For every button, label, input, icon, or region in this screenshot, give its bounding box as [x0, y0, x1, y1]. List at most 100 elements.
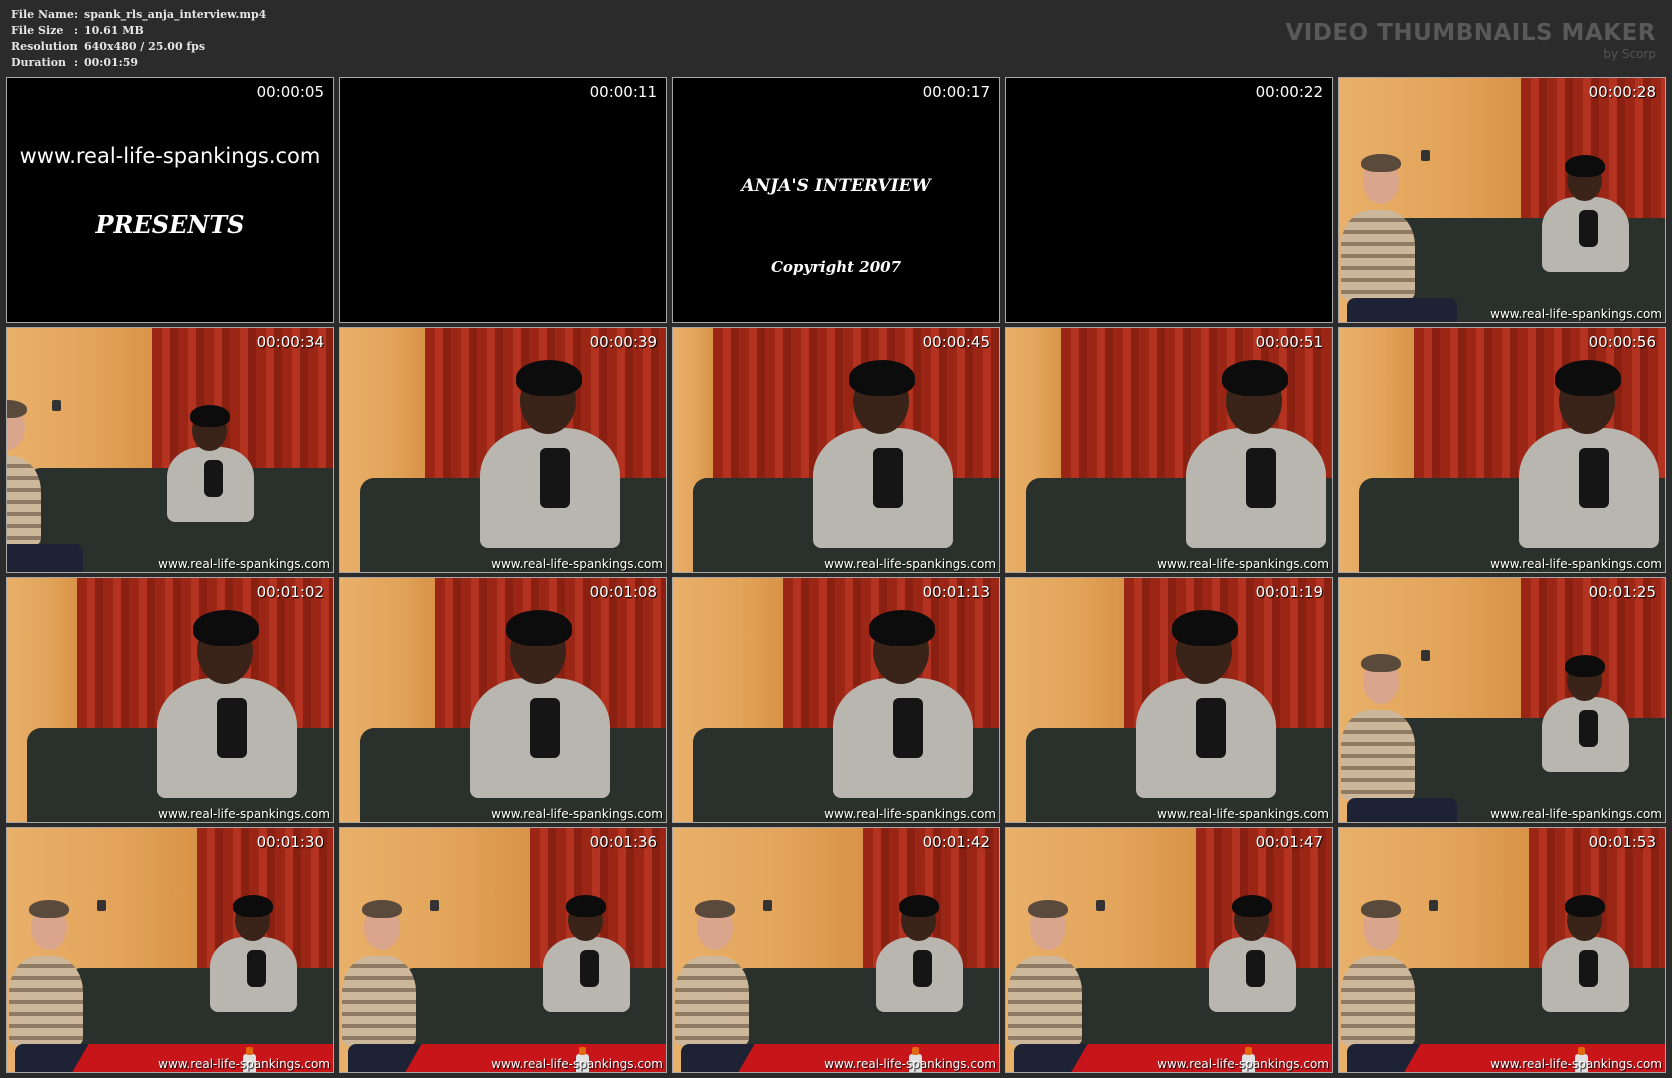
- woman-top: [530, 698, 560, 758]
- woman-hair: [232, 895, 274, 918]
- watermark-text: www.real-life-spankings.com: [1490, 807, 1662, 821]
- thumbnail-timestamp: 00:01:02: [256, 583, 324, 601]
- video-thumbnail: 00:01:47 www.real-life-spankings.com: [1005, 827, 1333, 1073]
- brand-title: VIDEO THUMBNAILS MAKER: [1285, 20, 1656, 46]
- woman-hair: [1564, 655, 1606, 678]
- wall-socket: [52, 400, 61, 411]
- file-info: File Name : spank_rls_anja_interview.mp4…: [11, 7, 266, 71]
- man-hair: [362, 900, 402, 918]
- video-thumbnail: 00:01:13 www.real-life-spankings.com: [672, 577, 1000, 823]
- thumbnail-timestamp: 00:00:28: [1588, 83, 1656, 101]
- woman-top: [217, 698, 247, 758]
- video-thumbnail: 00:01:30 www.real-life-spankings.com: [6, 827, 334, 1073]
- watermark-text: www.real-life-spankings.com: [1490, 307, 1662, 321]
- thumbnail-timestamp: 00:00:17: [922, 83, 990, 101]
- brand-logo: VIDEO THUMBNAILS MAKER by Scorp: [1285, 19, 1656, 61]
- thumbnail-timestamp: 00:00:05: [256, 83, 324, 101]
- wall-socket: [1429, 900, 1438, 911]
- title-site-text: www.real-life-spankings.com: [19, 144, 321, 168]
- woman-hair: [849, 360, 915, 396]
- watermark-text: www.real-life-spankings.com: [158, 557, 330, 571]
- video-thumbnail: 00:01:25 www.real-life-spankings.com: [1338, 577, 1666, 823]
- thumbnail-timestamp: 00:00:22: [1255, 83, 1323, 101]
- video-thumbnail: 00:00:45 www.real-life-spankings.com: [672, 327, 1000, 573]
- file-size-label: File Size: [11, 24, 64, 37]
- video-thumbnail: ANJA'S INTERVIEW Copyright 2007 00:00:17: [672, 77, 1000, 323]
- woman-top: [1246, 448, 1276, 508]
- woman-top: [1579, 949, 1598, 987]
- man-torso: [675, 956, 749, 1046]
- wall-socket: [430, 900, 439, 911]
- file-info-resolution-row: Resolution : 640x480 / 25.00 fps: [11, 39, 266, 55]
- woman-top: [893, 698, 923, 758]
- watermark-text: www.real-life-spankings.com: [491, 557, 663, 571]
- video-thumbnail: 00:00:51 www.real-life-spankings.com: [1005, 327, 1333, 573]
- thumbnail-timestamp: 00:01:08: [589, 583, 657, 601]
- thumbnail-timestamp: 00:01:30: [256, 833, 324, 851]
- thumbnail-timestamp: 00:01:47: [1255, 833, 1323, 851]
- file-info-name-row: File Name : spank_rls_anja_interview.mp4: [11, 7, 266, 23]
- man-hair: [695, 900, 735, 918]
- video-thumbnail: 00:01:19 www.real-life-spankings.com: [1005, 577, 1333, 823]
- man-legs: [1347, 798, 1457, 822]
- man-hair: [29, 900, 69, 918]
- woman-hair: [516, 360, 582, 396]
- thumbnail-timestamp: 00:00:34: [256, 333, 324, 351]
- woman-hair: [565, 895, 607, 918]
- title-copyright-text: Copyright 2007: [770, 258, 902, 276]
- watermark-text: www.real-life-spankings.com: [1157, 1057, 1329, 1071]
- thumbnail-timestamp: 00:00:51: [1255, 333, 1323, 351]
- brand-credit: by Scorp: [1603, 47, 1656, 61]
- woman-top: [1246, 949, 1265, 987]
- video-thumbnail: 00:01:02 www.real-life-spankings.com: [6, 577, 334, 823]
- man-hair: [1028, 900, 1068, 918]
- video-thumbnail: www.real-life-spankings.com PRESENTS 00:00…: [6, 77, 334, 323]
- video-thumbnail: 00:01:42 www.real-life-spankings.com: [672, 827, 1000, 1073]
- woman-hair: [1222, 360, 1288, 396]
- thumbnail-timestamp: 00:00:39: [589, 333, 657, 351]
- thumbnail-timestamp: 00:00:11: [589, 83, 657, 101]
- man-hair: [1361, 154, 1401, 172]
- woman-hair: [1564, 895, 1606, 918]
- wall-socket: [1421, 650, 1430, 661]
- separator: :: [74, 56, 79, 69]
- thumbnail-timestamp: 00:01:53: [1588, 833, 1656, 851]
- woman-top: [1579, 209, 1598, 247]
- video-thumbnail: 00:01:53 www.real-life-spankings.com: [1338, 827, 1666, 1073]
- thumbnail-timestamp: 00:00:45: [922, 333, 990, 351]
- man-hair: [1361, 654, 1401, 672]
- woman-hair: [869, 610, 935, 646]
- thumbnail-timestamp: 00:00:56: [1588, 333, 1656, 351]
- woman-top: [1579, 448, 1609, 508]
- watermark-text: www.real-life-spankings.com: [1490, 1057, 1662, 1071]
- watermark-text: www.real-life-spankings.com: [824, 557, 996, 571]
- woman-top: [913, 949, 932, 987]
- woman-hair: [193, 610, 259, 646]
- watermark-text: www.real-life-spankings.com: [1157, 807, 1329, 821]
- separator: :: [74, 24, 79, 37]
- watermark-text: www.real-life-spankings.com: [491, 1057, 663, 1071]
- watermark-text: www.real-life-spankings.com: [824, 807, 996, 821]
- file-info-size-row: File Size : 10.61 MB: [11, 23, 266, 39]
- woman-top: [1579, 709, 1598, 747]
- woman-top: [540, 448, 570, 508]
- woman-hair: [1172, 610, 1238, 646]
- man-legs: [1347, 298, 1457, 322]
- woman-top: [1196, 698, 1226, 758]
- file-size-value: 10.61 MB: [84, 24, 144, 37]
- video-thumbnail: 00:01:36 www.real-life-spankings.com: [339, 827, 667, 1073]
- thumbnail-timestamp: 00:01:25: [1588, 583, 1656, 601]
- video-thumbnail: 00:00:22: [1005, 77, 1333, 323]
- thumbnail-timestamp: 00:01:13: [922, 583, 990, 601]
- woman-top: [204, 459, 223, 497]
- resolution-label: Resolution: [11, 40, 78, 53]
- watermark-text: www.real-life-spankings.com: [1157, 557, 1329, 571]
- separator: :: [74, 40, 79, 53]
- video-thumbnail: 00:00:11: [339, 77, 667, 323]
- woman-top: [247, 949, 266, 987]
- wall-socket: [1421, 150, 1430, 161]
- video-thumbnail: 00:01:08 www.real-life-spankings.com: [339, 577, 667, 823]
- man-torso: [1341, 956, 1415, 1046]
- man-torso: [9, 956, 83, 1046]
- man-hair: [1361, 900, 1401, 918]
